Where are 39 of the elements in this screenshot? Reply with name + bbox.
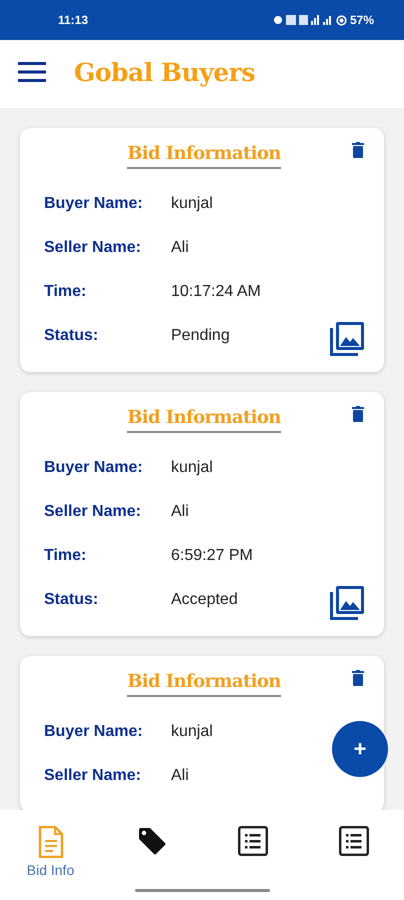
field-label: Status: bbox=[44, 591, 100, 609]
field-label: Seller Name: bbox=[44, 767, 142, 785]
delete-icon[interactable] bbox=[352, 670, 364, 686]
field-value: kunjal bbox=[171, 459, 213, 477]
field-value: Accepted bbox=[171, 591, 238, 609]
battery-icon bbox=[336, 14, 347, 26]
nav-tab[interactable]: Bid Info bbox=[10, 818, 90, 878]
card-title: Bid Information bbox=[127, 670, 281, 697]
delete-icon[interactable] bbox=[352, 406, 364, 422]
delete-icon[interactable] bbox=[352, 142, 364, 158]
card-title: Bid Information bbox=[127, 406, 281, 433]
gallery-icon[interactable] bbox=[330, 586, 364, 620]
list-icon bbox=[238, 826, 268, 856]
document-icon bbox=[38, 826, 64, 858]
field-label: Seller Name: bbox=[44, 503, 142, 521]
field-value: kunjal bbox=[171, 195, 213, 213]
field-label: Time: bbox=[44, 547, 88, 565]
field-value: Ali bbox=[171, 503, 189, 521]
field-label: Buyer Name: bbox=[44, 723, 144, 741]
field-label: Seller Name: bbox=[44, 239, 142, 257]
field-value: 10:17:24 AM bbox=[171, 283, 261, 301]
field-value: 6:59:27 PM bbox=[171, 547, 253, 565]
app-title: Gobal Buyers bbox=[74, 58, 255, 86]
field-label: Buyer Name: bbox=[44, 459, 144, 477]
list-icon bbox=[338, 826, 368, 856]
field-value: kunjal bbox=[171, 723, 213, 741]
tag-icon bbox=[136, 826, 166, 856]
signal-icons bbox=[272, 14, 333, 26]
field-label: Time: bbox=[44, 283, 88, 301]
field-label: Buyer Name: bbox=[44, 195, 144, 213]
gallery-icon[interactable] bbox=[330, 322, 364, 356]
battery-level: 57% bbox=[350, 13, 374, 27]
field-value: Ali bbox=[171, 239, 189, 257]
menu-icon[interactable] bbox=[18, 62, 46, 82]
field-label: Status: bbox=[44, 327, 100, 345]
field-value: Ali bbox=[171, 767, 189, 785]
status-time: 11:13 bbox=[58, 13, 88, 27]
card-title: Bid Information bbox=[127, 142, 281, 169]
field-value: Pending bbox=[171, 327, 230, 345]
